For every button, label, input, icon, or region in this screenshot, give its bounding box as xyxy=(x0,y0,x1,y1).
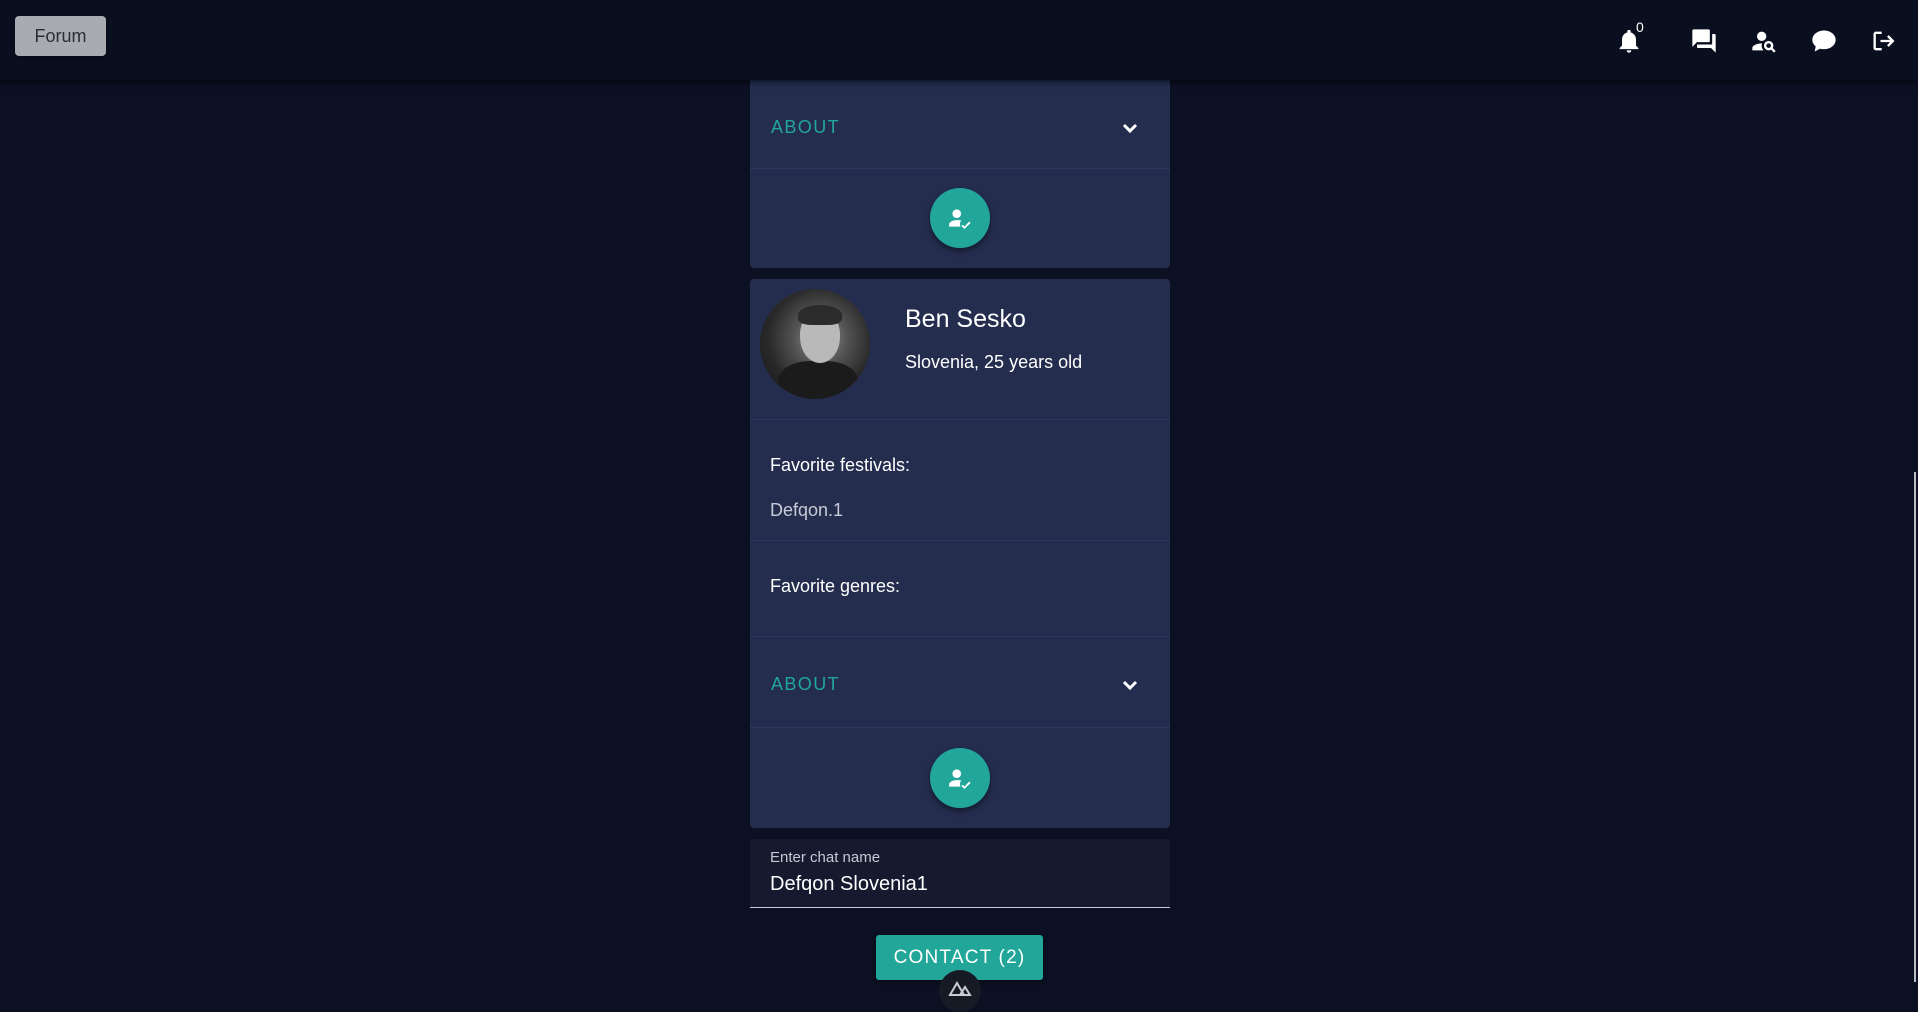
avatar xyxy=(760,289,870,399)
person-check-icon xyxy=(949,769,971,790)
profile-card-ben-sesko: Ben Sesko Slovenia, 25 years old Favorit… xyxy=(750,279,1170,828)
favorite-genres-title: Favorite genres: xyxy=(770,576,901,596)
about-label: ABOUT xyxy=(771,117,841,137)
favorite-festivals-value: Defqon.1 xyxy=(770,500,844,520)
chevron-down-icon xyxy=(1120,118,1140,138)
add-contact-button[interactable] xyxy=(930,188,990,248)
divider xyxy=(750,168,1170,169)
profile-card-previous: ABOUT xyxy=(750,80,1170,268)
about-expander[interactable]: ABOUT xyxy=(750,637,1170,727)
chat-bubble-icon[interactable] xyxy=(1809,26,1839,56)
nuxt-logo-icon xyxy=(948,981,972,996)
person-search-icon[interactable] xyxy=(1749,26,1779,56)
profile-location-age: Slovenia, 25 years old xyxy=(905,352,1083,372)
top-app-bar: Forum 0 xyxy=(0,0,1918,80)
add-contact-button[interactable] xyxy=(930,748,990,808)
chat-name-field[interactable]: Enter chat name Defqon Slovenia1 xyxy=(750,839,1170,908)
profile-name: Ben Sesko xyxy=(905,305,1026,333)
about-expander[interactable]: ABOUT xyxy=(750,80,1170,170)
favorite-festivals-title: Favorite festivals: xyxy=(770,455,911,475)
nuxt-devtools-button[interactable] xyxy=(939,970,981,1012)
divider xyxy=(750,419,1170,420)
chevron-down-icon xyxy=(1120,675,1140,695)
forum-icon[interactable] xyxy=(1689,26,1719,56)
chat-name-label: Enter chat name xyxy=(770,849,881,866)
person-check-icon xyxy=(949,209,971,230)
chat-name-input[interactable]: Defqon Slovenia1 xyxy=(770,873,928,896)
divider xyxy=(750,540,1170,541)
notification-count-badge: 0 xyxy=(1636,19,1644,35)
forum-button[interactable]: Forum xyxy=(15,16,106,56)
divider xyxy=(750,727,1170,728)
logout-icon[interactable] xyxy=(1869,26,1899,56)
scrollbar-thumb[interactable] xyxy=(1914,472,1916,982)
about-label: ABOUT xyxy=(771,674,841,694)
